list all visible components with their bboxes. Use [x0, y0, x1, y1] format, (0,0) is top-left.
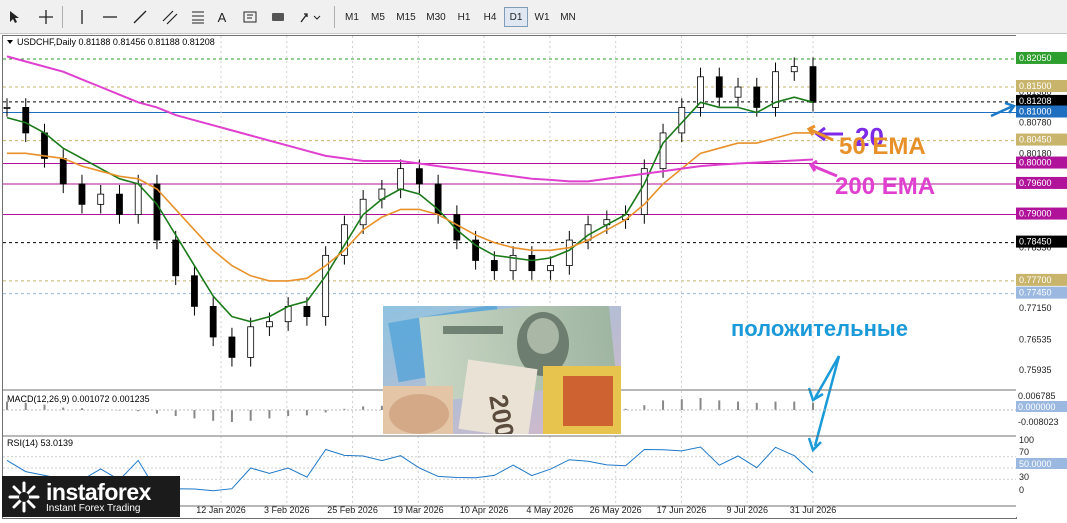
candle-body [172, 239, 180, 277]
candle-body [397, 168, 405, 190]
timeframe-mn-button[interactable]: MN [556, 7, 580, 27]
instaforex-logo: instaforex Instant Forex Trading [2, 476, 180, 517]
price-level-label: 0.81000 [1019, 107, 1052, 117]
header-arrow-icon [7, 40, 13, 44]
timeframe-m30-button[interactable]: M30 [422, 7, 450, 27]
candle-body [228, 336, 236, 358]
candle-body [734, 86, 742, 98]
candle-body [659, 132, 667, 170]
price-level-label: 0.77700 [1019, 275, 1052, 285]
annotation-ema50: 50 EMA [839, 133, 926, 160]
candle-body [97, 193, 105, 205]
timeframe-w1-button[interactable]: W1 [530, 7, 554, 27]
price-level-label: 0.80450 [1019, 135, 1052, 145]
macd-header: MACD(12,26,9) 0.001072 0.001235 [7, 394, 150, 404]
timeframe-m15-button[interactable]: M15 [392, 7, 420, 27]
timeframe-d1-button[interactable]: D1 [504, 7, 528, 27]
text-icon[interactable]: A [212, 7, 232, 27]
vertical-line-icon[interactable] [72, 7, 92, 27]
timeframe-h4-button[interactable]: H4 [478, 7, 502, 27]
candle-body [528, 254, 536, 272]
candle-body [715, 76, 723, 98]
candle-body [266, 321, 273, 328]
price-level-label: 0.81500 [1019, 81, 1052, 91]
candle-body [3, 107, 11, 109]
logo-brand: instaforex [46, 479, 151, 505]
svg-text:200: 200 [483, 392, 520, 434]
crosshair-icon[interactable] [36, 7, 56, 27]
timeframe-m5-button[interactable]: M5 [366, 7, 390, 27]
cursor-icon[interactable] [4, 7, 24, 27]
candle-body [209, 305, 217, 338]
banknotes-image: 200 [383, 306, 621, 434]
price-axis: 0.820500.815000.813800.812080.810000.807… [1016, 35, 1067, 517]
price-level-label: 0.79600 [1019, 178, 1052, 188]
horizontal-line-icon[interactable] [100, 7, 120, 27]
candle-body [547, 265, 554, 272]
series-ema200-line [6, 55, 814, 183]
annotation-ema200: 200 EMA [835, 173, 935, 200]
candle-body [284, 305, 292, 323]
candle-body [565, 239, 573, 266]
price-level-label: 0.77450 [1019, 288, 1052, 298]
logo-tagline: Instant Forex Trading [46, 503, 141, 514]
price-level-label: 0.82050 [1019, 53, 1052, 63]
candle-body [59, 158, 67, 185]
candle-body [116, 193, 123, 215]
candle-body [41, 132, 48, 159]
trendline-icon[interactable] [130, 7, 150, 27]
macd-level-label: -0.008023 [1018, 417, 1059, 427]
macd-level-label: 0.000000 [1018, 402, 1056, 412]
annotation-positive: положительные [731, 316, 908, 341]
price-level-label: 0.79000 [1019, 209, 1052, 219]
candle-body [191, 275, 198, 307]
series-ema50-line [7, 132, 813, 282]
logo-icon [8, 481, 40, 512]
chart-header: USDCHF,Daily 0.81188 0.81456 0.81188 0.8… [17, 37, 215, 47]
arrow-price-icon [990, 101, 1017, 118]
rsi-level-label: 70 [1019, 447, 1029, 457]
rsi-level-label: 30 [1019, 472, 1029, 482]
y-tick-label: 0.76535 [1019, 334, 1052, 344]
price-level-label: 0.80000 [1019, 158, 1052, 168]
candle-body [303, 305, 311, 317]
candle-body [809, 66, 817, 103]
macd-level-label: 0.006785 [1018, 391, 1056, 401]
candle-body [790, 66, 798, 73]
price-chart[interactable]: 12 Jan 2026 3 Feb 2026 25 Feb 2026 19 Mar 2… [3, 36, 1017, 518]
candle-body [490, 260, 498, 272]
chart-toolbar: A M1 M5 M15 M30 H1 H4 D1 W1 MN [0, 0, 1067, 34]
fibonacci-icon[interactable] [188, 7, 208, 27]
rsi-header: RSI(14) 53.0139 [7, 438, 73, 448]
timeframe-h1-button[interactable]: H1 [452, 7, 476, 27]
rsi-level-label: 100 [1019, 435, 1034, 445]
rsi-level-label: 50.0000 [1019, 459, 1052, 469]
candle-body [753, 86, 761, 108]
y-tick-label: 0.77150 [1019, 303, 1052, 313]
chart-area[interactable]: 12 Jan 2026 3 Feb 2026 25 Feb 2026 19 Mar 2… [2, 35, 1017, 519]
rsi-level-label: 0 [1019, 485, 1024, 495]
candle-body [78, 183, 86, 205]
shapes-icon[interactable] [268, 7, 288, 27]
candle-body [640, 168, 648, 215]
candle-body [134, 183, 142, 215]
label-icon[interactable] [240, 7, 260, 27]
candle-body [415, 168, 423, 185]
y-tick-label: 0.80780 [1019, 118, 1052, 128]
price-level-label: 0.81208 [1019, 96, 1052, 106]
channel-icon[interactable] [160, 7, 180, 27]
candle-body [247, 326, 255, 358]
candle-body [22, 107, 30, 134]
price-level-label: 0.78450 [1019, 237, 1052, 247]
timeframe-m1-button[interactable]: M1 [340, 7, 364, 27]
y-tick-label: 0.75935 [1019, 365, 1052, 375]
arrows-icon[interactable] [296, 7, 326, 27]
